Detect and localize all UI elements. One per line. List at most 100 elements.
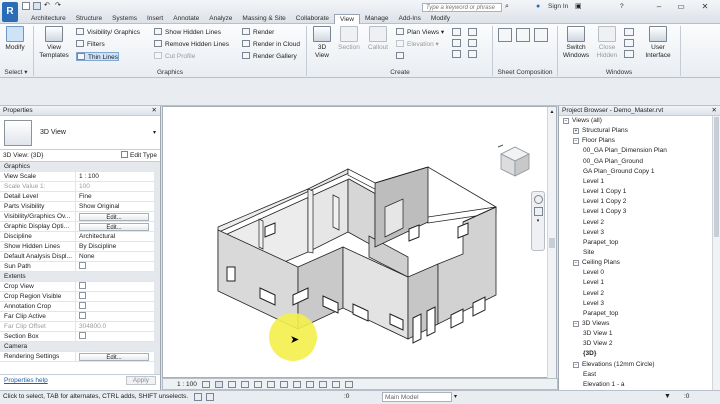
cut-profile-button[interactable]: Cut Profile — [154, 52, 195, 61]
tab-manage[interactable]: Manage — [360, 14, 394, 24]
scroll-up-icon[interactable]: ▲ — [549, 109, 555, 115]
replicate-icon[interactable] — [624, 28, 634, 36]
view-templates-button[interactable]: View Templates — [36, 26, 72, 59]
tree-item[interactable]: Level 2 — [583, 218, 604, 228]
property-value[interactable] — [75, 292, 154, 301]
3d-view-button[interactable]: 3D View — [310, 26, 334, 59]
viewport-scrollbar[interactable]: ▲ — [547, 107, 556, 379]
tree-item[interactable]: Level 3 — [583, 228, 604, 238]
edit-type-button[interactable]: Edit Type — [121, 150, 160, 161]
sun-path-icon[interactable] — [227, 380, 236, 388]
tree-item[interactable]: Parapet_top — [583, 309, 618, 319]
tree-item[interactable]: Level 3 — [583, 299, 604, 309]
temporary-properties-icon[interactable] — [331, 380, 340, 388]
lock-view-icon[interactable] — [292, 380, 301, 388]
tree-item[interactable]: 3D View 2 — [583, 339, 613, 349]
checkbox[interactable] — [79, 262, 86, 269]
view-scale[interactable]: 1 : 100 — [177, 381, 197, 388]
render-button[interactable]: Render — [242, 28, 274, 37]
render-in-cloud-button[interactable]: Render in Cloud — [242, 40, 300, 49]
remove-hidden-lines-button[interactable]: Remove Hidden Lines — [154, 40, 229, 49]
worksets-icon[interactable] — [194, 393, 202, 401]
tab-modify[interactable]: Modify — [426, 14, 455, 24]
checkbox[interactable] — [79, 312, 86, 319]
property-value[interactable]: Edit... — [75, 212, 154, 221]
property-value[interactable]: 1 : 100 — [75, 172, 154, 181]
chevron-down-icon[interactable]: ▾ — [454, 393, 457, 400]
property-value[interactable]: Architectural — [75, 232, 154, 241]
type-selector[interactable]: 3D View ▾ — [0, 116, 160, 150]
3d-viewport[interactable]: ▾ ➤ ▲ — [162, 106, 557, 379]
tab-massing-site[interactable]: Massing & Site — [237, 14, 290, 24]
select-panel-title[interactable]: Select ▾ — [0, 68, 32, 77]
tree-item[interactable]: East — [583, 370, 596, 380]
cart-icon[interactable]: ▣ — [575, 2, 582, 10]
tab-architecture[interactable]: Architecture — [26, 14, 71, 24]
collapse-icon[interactable]: − — [573, 361, 579, 368]
property-value[interactable]: Edit... — [75, 352, 154, 361]
tree-item[interactable]: Site — [583, 248, 594, 258]
tree-item[interactable]: Level 1 Copy 1 — [583, 187, 626, 197]
tree-item[interactable]: Level 1 Copy 2 — [583, 197, 626, 207]
cascade-icon[interactable] — [624, 39, 634, 47]
application-menu-button[interactable]: R — [2, 2, 18, 22]
checkbox[interactable] — [79, 302, 86, 309]
visual-style-icon[interactable] — [214, 380, 223, 388]
collapse-icon[interactable]: − — [573, 138, 579, 145]
zoom-region-icon[interactable] — [533, 207, 543, 216]
tree-item[interactable]: 00_GA Plan_Ground — [583, 157, 643, 167]
analytical-model-icon[interactable] — [344, 380, 353, 388]
search-input[interactable]: Type a keyword or phrase — [422, 3, 502, 12]
property-value[interactable]: Edit... — [75, 222, 154, 231]
property-value[interactable]: Fine — [75, 192, 154, 201]
crop-view-icon[interactable] — [266, 380, 275, 388]
collapse-icon[interactable]: − — [563, 118, 569, 124]
property-value[interactable]: 100 — [75, 182, 154, 191]
help-icon[interactable]: ? — [620, 3, 624, 10]
property-value[interactable] — [75, 282, 154, 291]
active-design-option[interactable]: Main Model — [382, 392, 452, 402]
tree-item[interactable]: Level 1 — [583, 177, 604, 187]
redo-icon[interactable]: ↷ — [55, 2, 63, 10]
tree-item[interactable]: GA Plan_Ground Copy 1 — [583, 167, 655, 177]
thin-lines-button[interactable]: Thin Lines — [76, 52, 119, 61]
show-hidden-lines-button[interactable]: Show Hidden Lines — [154, 28, 221, 37]
tab-analyze[interactable]: Analyze — [204, 14, 237, 24]
tree-item[interactable]: − Elevations (12mm Circle) — [573, 360, 655, 370]
maximize-button[interactable]: ▭ — [670, 2, 692, 13]
place-view-icon[interactable] — [516, 28, 530, 42]
edit-button[interactable]: Edit... — [79, 223, 149, 231]
tree-item[interactable]: − Views (all) — [563, 116, 602, 126]
close-icon[interactable]: ✕ — [152, 106, 160, 115]
apply-button[interactable]: Apply — [125, 376, 156, 385]
show-crop-icon[interactable] — [279, 380, 288, 388]
viewcube[interactable] — [496, 143, 534, 181]
close-button[interactable]: ✕ — [694, 2, 716, 13]
property-value[interactable]: None — [75, 252, 154, 261]
modify-button[interactable]: Modify — [3, 26, 27, 52]
sign-in-button[interactable]: Sign In — [548, 3, 568, 10]
property-section-header[interactable]: Camera — [0, 342, 154, 352]
scope-box-icon[interactable] — [468, 28, 477, 36]
render-gallery-button[interactable]: Render Gallery — [242, 52, 297, 61]
search-icon[interactable]: ⌕ — [505, 3, 509, 11]
minimize-button[interactable]: – — [648, 2, 670, 13]
render-dialog-icon[interactable] — [253, 380, 262, 388]
open-icon[interactable] — [22, 2, 30, 10]
reveal-hidden-icon[interactable] — [318, 380, 327, 388]
tree-item[interactable]: Level 2 — [583, 289, 604, 299]
filters-button[interactable]: Filters — [76, 40, 105, 49]
browser-scrollbar[interactable] — [712, 116, 720, 390]
edit-button[interactable]: Edit... — [79, 213, 149, 221]
visibility-graphics-button[interactable]: Visibility/ Graphics — [76, 28, 140, 37]
chevron-down-icon[interactable]: ▾ — [534, 219, 543, 224]
property-value[interactable]: By Discipline — [75, 242, 154, 251]
tab-annotate[interactable]: Annotate — [168, 14, 204, 24]
tree-item[interactable]: 00_GA Plan_Dimension Plan — [583, 146, 667, 156]
tree-item[interactable]: Parapet_top — [583, 238, 618, 248]
tree-item[interactable]: {3D} — [583, 349, 596, 359]
instance-selector[interactable]: 3D View: {3D} — [3, 150, 121, 161]
tree-item[interactable]: −3D Views — [573, 319, 609, 329]
property-value[interactable]: 304800.0 — [75, 322, 154, 331]
duplicate-view-icon[interactable] — [452, 28, 461, 36]
